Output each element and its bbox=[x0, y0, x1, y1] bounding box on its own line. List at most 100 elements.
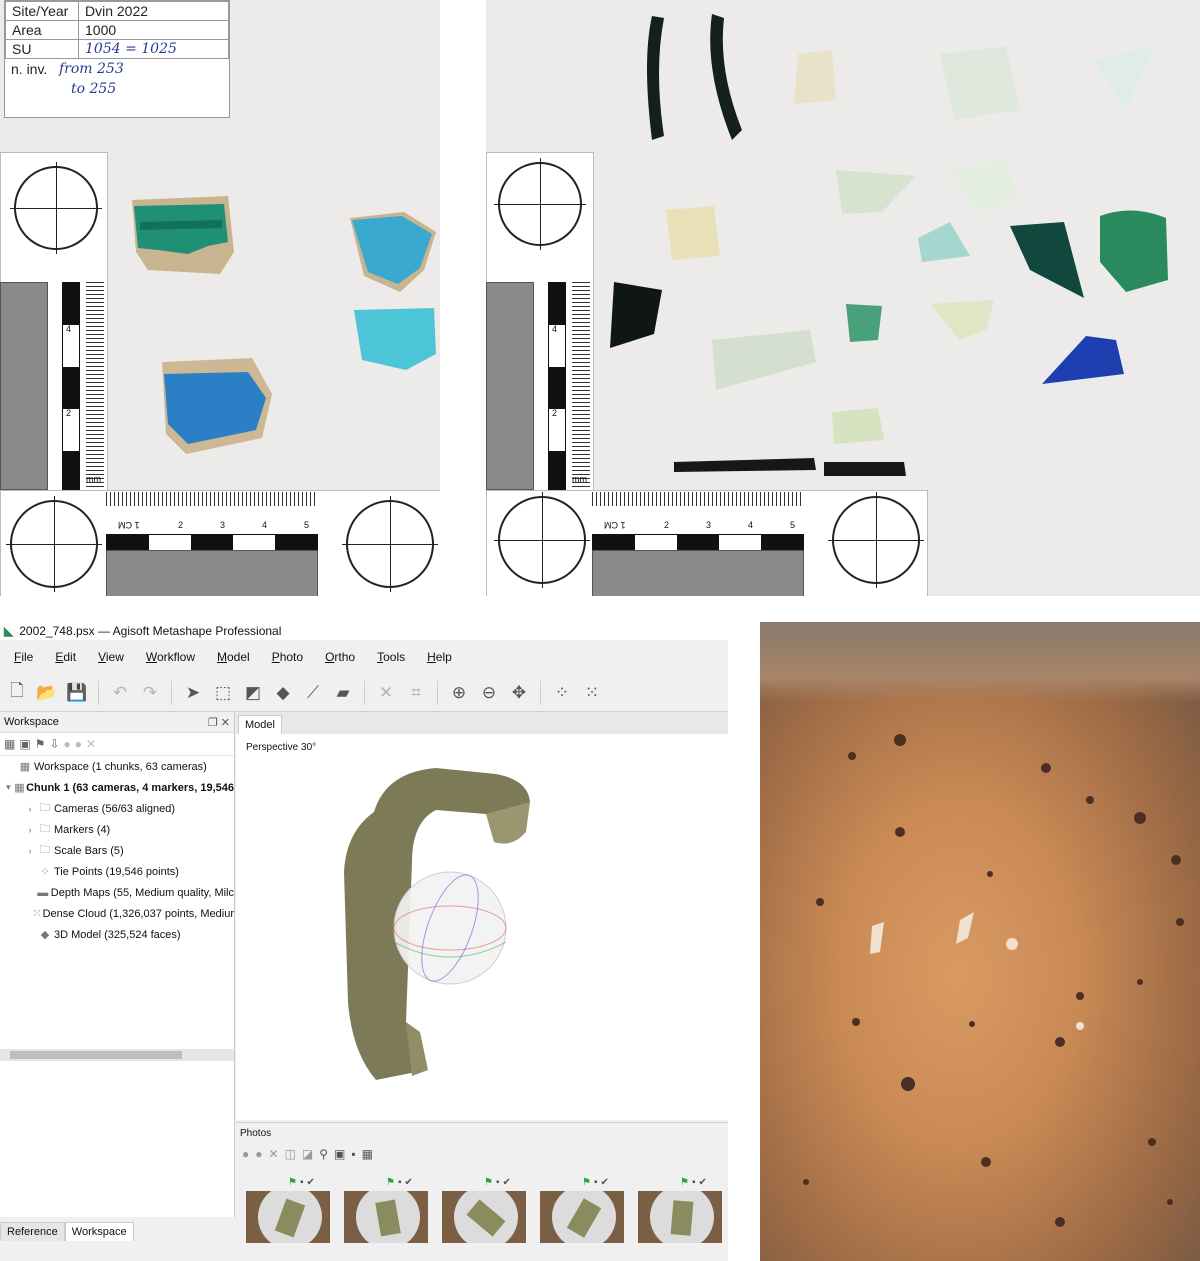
small-image-icon[interactable]: ▪ bbox=[351, 1147, 355, 1161]
chunk-icon: ▦ bbox=[14, 782, 25, 794]
menu-help[interactable]: Help bbox=[427, 650, 452, 664]
scale-number: 1 CM bbox=[69, 454, 80, 476]
scale-number: 5 bbox=[66, 284, 72, 294]
redo-icon[interactable]: ↷ bbox=[137, 680, 163, 706]
mask-alt-icon[interactable]: ◪ bbox=[302, 1147, 313, 1161]
3d-model-render bbox=[344, 768, 530, 1080]
tab-reference[interactable]: Reference bbox=[0, 1222, 65, 1241]
remove-icon[interactable]: ✕ bbox=[269, 1147, 279, 1161]
workspace-tree-item[interactable]: › 🗀 Cameras (56/63 aligned) bbox=[0, 798, 234, 819]
glass-fragment bbox=[712, 330, 816, 390]
folder-icon: 🗀 bbox=[39, 802, 51, 814]
zoom-in-icon[interactable]: ⊕ bbox=[446, 680, 472, 706]
remove-icon[interactable]: ✕ bbox=[86, 737, 96, 751]
close-panel-icon[interactable]: ✕ bbox=[221, 717, 230, 729]
binoculars-icon[interactable]: ⚲ bbox=[319, 1147, 328, 1161]
menu-view[interactable]: View bbox=[98, 650, 124, 664]
add-scalebar-icon[interactable]: ⇩ bbox=[49, 737, 59, 751]
expand-arrow-icon[interactable]: › bbox=[24, 846, 36, 856]
menu-photo[interactable]: Photo bbox=[272, 650, 303, 664]
photo-thumbnail[interactable] bbox=[344, 1191, 428, 1243]
glazed-sherd-turquoise bbox=[350, 212, 436, 292]
target-circle bbox=[342, 496, 438, 592]
flag-icon: ⚑ bbox=[680, 1176, 689, 1188]
trackball-sphere bbox=[393, 871, 507, 985]
model-view[interactable]: Model Perspective 30° bbox=[236, 712, 728, 1120]
mask-icon[interactable]: ◫ bbox=[285, 1147, 296, 1161]
free-form-selection-icon[interactable]: ◩ bbox=[240, 680, 266, 706]
disable-icon[interactable]: ● bbox=[255, 1147, 262, 1161]
draw-shape-icon[interactable]: ◆ bbox=[270, 680, 296, 706]
expand-arrow-icon[interactable]: › bbox=[24, 825, 36, 835]
photos-pane: Photos ● ● ✕ ◫ ◪ ⚲ ▣ ▪ ▦ ⚑ ▪ ✔ ⚑ ▪ ✔ ⚑ ▪ ✔ ⚑ ▪ ✔… bbox=[236, 1122, 728, 1261]
undo-icon[interactable]: ↶ bbox=[107, 680, 133, 706]
new-document-icon[interactable]: 🗋 bbox=[4, 680, 30, 706]
label-value-handwritten: 1054 = 1025 bbox=[78, 39, 229, 59]
tree-item-label: Chunk 1 (63 cameras, 4 markers, 19,546 bbox=[26, 781, 234, 794]
tree-item-label: Scale Bars (5) bbox=[54, 844, 124, 857]
add-marker-icon[interactable]: ⚑ bbox=[35, 737, 46, 751]
workspace-tree-item[interactable]: ◆ 3D Model (325,524 faces) bbox=[0, 924, 234, 945]
show-cameras-icon[interactable]: ⁘ bbox=[549, 680, 575, 706]
enable-icon[interactable]: ● bbox=[64, 737, 71, 751]
grey-scale-block bbox=[106, 550, 318, 596]
workspace-tree-item[interactable]: ⁘ Tie Points (19,546 points) bbox=[0, 861, 234, 882]
photo-thumbnail[interactable] bbox=[442, 1191, 526, 1243]
photo-thumbnail[interactable] bbox=[540, 1191, 624, 1243]
open-folder-icon[interactable]: 📂 bbox=[34, 680, 60, 706]
workspace-tree-item[interactable]: ▾ ▦ Chunk 1 (63 cameras, 4 markers, 19,546 bbox=[0, 777, 234, 798]
navigation-arrow-icon[interactable]: ➤ bbox=[180, 680, 206, 706]
tab-model[interactable]: Model bbox=[238, 715, 282, 734]
target-circle bbox=[6, 496, 102, 592]
glass-fragment bbox=[610, 282, 662, 348]
disable-icon[interactable]: ● bbox=[75, 737, 82, 751]
move-object-icon[interactable]: ✥ bbox=[506, 680, 532, 706]
menu-model[interactable]: Model bbox=[217, 650, 250, 664]
workspace-tree-item[interactable]: ▦ Workspace (1 chunks, 63 cameras) bbox=[0, 756, 234, 777]
delete-icon[interactable]: ✕ bbox=[373, 680, 399, 706]
save-icon[interactable]: 💾 bbox=[64, 680, 90, 706]
show-points-icon[interactable]: ⁙ bbox=[579, 680, 605, 706]
workspace-tree-item[interactable]: ⁙ Dense Cloud (1,326,037 points, Mediur bbox=[0, 903, 234, 924]
crop-icon[interactable]: ⌗ bbox=[403, 680, 429, 706]
add-photos-icon[interactable]: ▣ bbox=[19, 737, 30, 751]
grid-view-icon[interactable]: ▦ bbox=[362, 1147, 373, 1161]
menu-ortho[interactable]: Ortho bbox=[325, 650, 355, 664]
menu-tools[interactable]: Tools bbox=[377, 650, 405, 664]
glass-rod-fragment bbox=[674, 458, 816, 472]
check-icon: ✔ bbox=[502, 1176, 511, 1188]
menu-workflow[interactable]: Workflow bbox=[146, 650, 195, 664]
float-panel-icon[interactable]: ❐ bbox=[208, 717, 218, 729]
glass-fragment bbox=[930, 300, 994, 340]
rectangle-selection-icon[interactable]: ⬚ bbox=[210, 680, 236, 706]
toolbar-separator bbox=[540, 680, 541, 705]
photos-toolbar: ● ● ✕ ◫ ◪ ⚲ ▣ ▪ ▦ bbox=[236, 1143, 728, 1165]
tab-workspace[interactable]: Workspace bbox=[64, 1222, 134, 1241]
photo-thumbnail[interactable] bbox=[246, 1191, 330, 1243]
expand-arrow-icon[interactable]: ▾ bbox=[4, 782, 13, 793]
scrollbar-thumb[interactable] bbox=[10, 1051, 182, 1059]
glass-bracelet-fragment bbox=[647, 16, 664, 140]
workspace-tree-item[interactable]: › 🗀 Markers (4) bbox=[0, 819, 234, 840]
image-frame-icon[interactable]: ▣ bbox=[334, 1147, 345, 1161]
workspace-tree-item[interactable]: ▬ Depth Maps (55, Medium quality, Milc bbox=[0, 882, 234, 903]
tree-item-label: 3D Model (325,524 faces) bbox=[54, 928, 181, 941]
workspace-pane: Workspace ❐ ✕ ▦ ▣ ⚑ ⇩ ● ● ✕ ▦ Workspace (… bbox=[0, 712, 235, 1217]
scale-ticks bbox=[86, 282, 104, 488]
image-icon: ▪ bbox=[495, 1176, 500, 1188]
ruler-icon[interactable]: ▰ bbox=[330, 680, 356, 706]
metashape-window: ◣ 2002_748.psx — Agisoft Metashape Profe… bbox=[0, 622, 728, 1261]
workspace-tree-item[interactable]: › 🗀 Scale Bars (5) bbox=[0, 840, 234, 861]
zoom-out-icon[interactable]: ⊖ bbox=[476, 680, 502, 706]
ruler-polyline-icon[interactable]: ⟋ bbox=[300, 680, 326, 706]
photo-thumbnail[interactable] bbox=[638, 1191, 722, 1243]
flag-icon: ⚑ bbox=[582, 1176, 591, 1188]
add-chunk-icon[interactable]: ▦ bbox=[4, 737, 15, 751]
menu-file[interactable]: File bbox=[14, 650, 33, 664]
image-icon: ▪ bbox=[593, 1176, 598, 1188]
enable-icon[interactable]: ● bbox=[242, 1147, 249, 1161]
expand-arrow-icon[interactable]: › bbox=[24, 804, 36, 814]
horizontal-scrollbar[interactable] bbox=[0, 1049, 234, 1061]
depth-maps-icon: ▬ bbox=[37, 886, 49, 899]
menu-edit[interactable]: Edit bbox=[55, 650, 76, 664]
